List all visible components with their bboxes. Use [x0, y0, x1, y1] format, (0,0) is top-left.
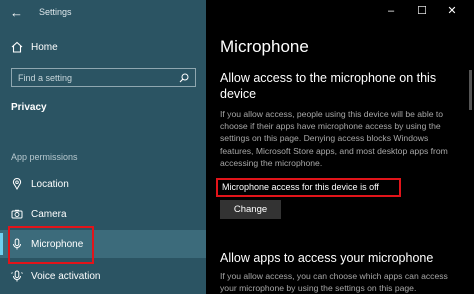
sidebar-item-label: Location — [31, 179, 69, 190]
allow-apps-heading: Allow apps to access your microphone — [220, 251, 434, 265]
minimize-button[interactable]: – — [384, 4, 398, 18]
selection-indicator — [0, 233, 3, 255]
app-title: Settings — [39, 7, 72, 17]
sidebar-item-home-label: Home — [31, 42, 58, 53]
highlight-box-microphone — [8, 226, 94, 264]
main-panel: – ☐ ✕ Microphone Allow access to the mic… — [206, 0, 474, 294]
location-icon — [12, 178, 22, 190]
sidebar-item-label: Voice activation — [31, 271, 101, 282]
page-title: Microphone — [220, 37, 309, 56]
search-icon[interactable] — [179, 73, 189, 83]
maximize-button[interactable]: ☐ — [415, 4, 429, 18]
sidebar-item-voice-activation[interactable]: Voice activation — [0, 262, 206, 290]
window-controls: – ☐ ✕ — [364, 0, 474, 24]
sidebar-item-camera[interactable]: Camera — [0, 200, 206, 228]
home-icon — [11, 41, 23, 53]
scrollbar[interactable] — [469, 70, 472, 110]
sidebar-item-location[interactable]: Location — [0, 170, 206, 198]
change-button[interactable]: Change — [220, 200, 281, 219]
camera-icon — [11, 209, 23, 219]
allow-device-description: If you allow access, people using this d… — [220, 109, 448, 168]
sidebar-item-home[interactable]: Home — [0, 38, 206, 58]
close-button[interactable]: ✕ — [445, 4, 459, 18]
allow-device-heading: Allow access to the microphone on this d… — [220, 71, 437, 101]
search-input[interactable] — [18, 72, 168, 84]
voice-activation-icon — [11, 270, 23, 282]
section-title: Privacy — [11, 102, 47, 113]
sidebar: Home Privacy App permissions Location Ca… — [0, 0, 206, 294]
back-arrow-icon[interactable]: ← — [10, 6, 24, 20]
device-access-status: Microphone access for this device is off — [222, 182, 379, 192]
allow-apps-description: If you allow access, you can choose whic… — [220, 271, 448, 294]
highlight-box-status: Microphone access for this device is off — [216, 178, 401, 197]
search-box[interactable] — [11, 68, 196, 87]
group-title: App permissions — [11, 152, 78, 162]
sidebar-item-label: Camera — [31, 209, 67, 220]
